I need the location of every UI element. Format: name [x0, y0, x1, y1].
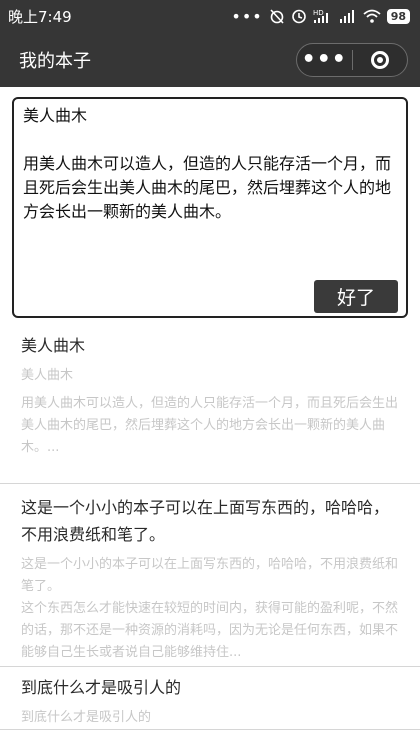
more-button[interactable]: •••: [297, 44, 352, 76]
note-editor: 美人曲木 用美人曲木可以造人，但造的人只能存活一个月，而且死后会生出美人曲木的尾…: [12, 97, 408, 318]
wifi-icon: [363, 8, 381, 24]
page-title: 我的本子: [19, 50, 91, 72]
capsule-menu: •••: [296, 42, 408, 77]
list-item[interactable]: 到底什么才是吸引人的 到底什么才是吸引人的: [0, 667, 420, 730]
clock-icon: [291, 8, 307, 24]
hd-signal-icon: HD: [313, 8, 333, 24]
status-icons: ••• HD 98: [231, 7, 410, 26]
notes-list: 美人曲木 美人曲木 用美人曲木可以造人，但造的人只能存活一个月，而且死后会生出美…: [0, 325, 420, 730]
list-item[interactable]: 美人曲木 美人曲木 用美人曲木可以造人，但造的人只能存活一个月，而且死后会生出美…: [0, 325, 420, 484]
signal-icon: [339, 8, 357, 24]
note-textarea[interactable]: 美人曲木 用美人曲木可以造人，但造的人只能存活一个月，而且死后会生出美人曲木的尾…: [23, 104, 399, 274]
note-preview: 用美人曲木可以造人，但造的人只能存活一个月，而且死后会生出美人曲木的尾巴，然后埋…: [21, 396, 399, 455]
top-bar: 晚上7:49 ••• HD 98 我的本子 •••: [0, 0, 420, 87]
battery-icon: 98: [386, 8, 410, 24]
target-icon: [370, 50, 389, 69]
alarm-off-icon: [269, 8, 285, 24]
more-dots-icon: •••: [301, 46, 347, 72]
nav-bar: 我的本子 •••: [0, 32, 420, 87]
status-time: 晚上7:49: [8, 7, 72, 26]
note-title: 这是一个小小的本子可以在上面写东西的，哈哈哈，不用浪费纸和笔了。: [21, 498, 390, 544]
ok-button[interactable]: 好了: [314, 280, 398, 313]
note-title: 美人曲木: [21, 336, 86, 355]
list-item[interactable]: 这是一个小小的本子可以在上面写东西的，哈哈哈，不用浪费纸和笔了。 这是一个小小的…: [0, 484, 420, 667]
note-subtitle: 到底什么才是吸引人的: [21, 710, 152, 725]
svg-text:HD: HD: [313, 9, 324, 17]
close-button[interactable]: [353, 44, 408, 76]
note-preview: 这是一个小小的本子可以在上面写东西的，哈哈哈，不用浪费纸和笔了。 这个东西怎么才…: [21, 557, 399, 660]
note-subtitle: 美人曲木: [21, 368, 74, 383]
more-dots-icon: •••: [231, 6, 263, 26]
status-bar: 晚上7:49 ••• HD 98: [0, 0, 420, 32]
note-title: 到底什么才是吸引人的: [21, 678, 182, 697]
